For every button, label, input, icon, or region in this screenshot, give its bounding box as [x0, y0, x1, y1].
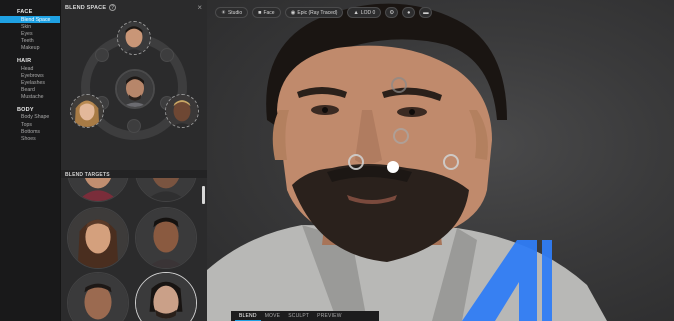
lod-icon: ▲: [353, 9, 359, 16]
target-portrait-5: [68, 273, 128, 321]
mode-tabs: BLEND MOVE SCULPT PREVIEW: [231, 311, 379, 321]
tab-sculpt[interactable]: SCULPT: [284, 311, 313, 321]
lighting-preset-label: Studio: [227, 9, 243, 16]
blend-space-panel: BLEND SPACE? × BLEND TARGETS: [60, 0, 208, 321]
blend-face-top[interactable]: [117, 21, 151, 55]
quality-preset-label: Epic (Ray Traced): [297, 9, 338, 16]
nav-item-head[interactable]: Head: [0, 65, 60, 72]
nav-item-skin[interactable]: Skin: [0, 23, 60, 30]
blend-node-top-right[interactable]: [160, 48, 174, 62]
camera-preset-button[interactable]: ■ Face: [252, 7, 281, 18]
settings-toggle-button[interactable]: ⚙: [385, 7, 399, 18]
nav-item-mustache[interactable]: Mustache: [0, 94, 60, 101]
section-face-title: FACE: [17, 9, 33, 15]
face-portrait-left: [71, 95, 103, 127]
close-icon[interactable]: ×: [197, 3, 202, 12]
blend-target-6[interactable]: [135, 272, 197, 321]
blend-targets-list[interactable]: [61, 178, 208, 321]
blend-target-5[interactable]: [67, 272, 129, 321]
lod-button[interactable]: ▲ LOD 0: [347, 7, 382, 18]
blend-target-2[interactable]: [135, 178, 197, 202]
blend-targets-header: BLEND TARGETS: [61, 170, 208, 178]
blend-target-4[interactable]: [135, 207, 197, 269]
tab-blend[interactable]: BLEND: [235, 311, 261, 321]
nav-item-shoes[interactable]: Shoes: [0, 135, 60, 142]
sun-icon: ☀: [221, 9, 226, 16]
lod-label: LOD 0: [360, 9, 376, 16]
blend-space-wheel[interactable]: [61, 14, 208, 164]
nav-item-eyes[interactable]: Eyes: [0, 30, 60, 37]
nav-item-bottoms[interactable]: Bottoms: [0, 128, 60, 135]
quality-icon: ◉: [290, 9, 296, 16]
blend-target-3[interactable]: [67, 207, 129, 269]
character-portrait: [207, 3, 607, 321]
target-portrait-4: [136, 208, 196, 268]
camera-preset-label: Face: [263, 9, 275, 16]
nav-item-tops[interactable]: Tops: [0, 121, 60, 128]
target-portrait-3: [68, 208, 128, 268]
nav-item-body-shape[interactable]: Body Shape: [0, 114, 60, 121]
blend-space-title-text: BLEND SPACE: [65, 4, 107, 11]
nav-item-teeth[interactable]: Teeth: [0, 38, 60, 45]
target-portrait-6: [136, 273, 196, 321]
tab-move[interactable]: MOVE: [261, 311, 285, 321]
blend-node-top-left[interactable]: [95, 48, 109, 62]
character-viewport[interactable]: ☀ Studio ■ Face ◉ Epic (Ray Traced) ▲ LO…: [207, 0, 674, 321]
section-body-title: BODY: [17, 106, 34, 113]
lighting-preset-button[interactable]: ☀ Studio: [215, 7, 249, 18]
blend-target-1[interactable]: [67, 178, 129, 202]
targets-scrollbar[interactable]: [202, 186, 205, 204]
target-portrait-2: [136, 178, 196, 201]
gear-icon: ⚙: [389, 9, 395, 16]
screen-icon: ▬: [423, 9, 429, 16]
display-toggle-button[interactable]: ▬: [419, 7, 433, 18]
nav-item-beard[interactable]: Beard: [0, 87, 60, 94]
section-hair-title: HAIR: [17, 57, 32, 64]
blend-face-left[interactable]: [70, 94, 104, 128]
face-portrait-right: [166, 95, 198, 127]
help-icon[interactable]: ?: [109, 4, 117, 11]
category-sidebar: FACE Blend Space Skin Eyes Teeth Makeup …: [0, 0, 60, 321]
blend-node-bottom[interactable]: [127, 119, 141, 133]
tab-preview[interactable]: PREVIEW: [313, 311, 345, 321]
rotate-toggle-button[interactable]: ●: [402, 7, 416, 18]
blend-face-center[interactable]: [115, 69, 155, 109]
camera-icon: ■: [258, 9, 262, 16]
nav-item-makeup[interactable]: Makeup: [0, 45, 60, 52]
blend-space-title: BLEND SPACE?: [65, 4, 117, 11]
face-portrait-top: [118, 22, 150, 54]
viewport-toolbar: ☀ Studio ■ Face ◉ Epic (Ray Traced) ▲ LO…: [215, 7, 433, 18]
target-portrait-1: [68, 178, 128, 201]
person-icon: ●: [407, 9, 411, 16]
blend-face-right[interactable]: [165, 94, 199, 128]
quality-preset-button[interactable]: ◉ Epic (Ray Traced): [284, 7, 344, 18]
nav-item-blend-space[interactable]: Blend Space: [0, 16, 60, 24]
nav-item-eyelashes[interactable]: Eyelashes: [0, 79, 60, 86]
face-portrait-center: [117, 71, 153, 107]
nav-item-eyebrows[interactable]: Eyebrows: [0, 72, 60, 79]
